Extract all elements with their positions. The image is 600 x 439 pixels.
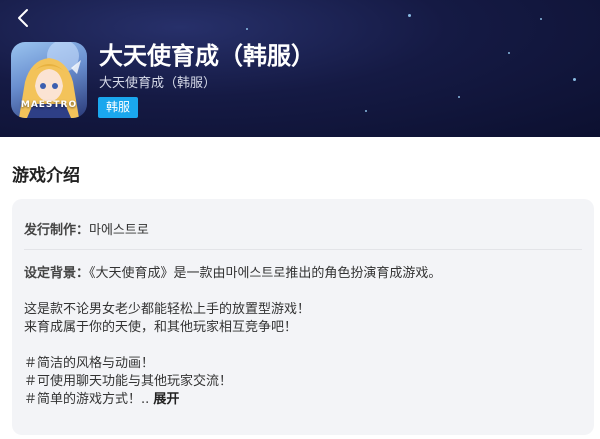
feature-item: ＃简洁的风格与动画！ [24,356,155,371]
description-text: 《大天使育成》是一款由마에스트로推出的角色扮演育成游戏。 [89,266,442,281]
star-decoration [540,18,542,20]
description-line: 来育成属于你的天使，和其他玩家相互竞争吧！ [24,320,298,335]
feature-text: ＃简单的游戏方式！.. [24,392,150,407]
star-decoration [508,52,510,54]
app-header-banner: MAESTRO 大天使育成（韩服） 大天使育成（韩服） 韩服 [0,0,600,137]
star-decoration [408,14,411,17]
divider [24,249,582,250]
game-info-card: 发行制作：마에스트로 设定背景：《大天使育成》是一款由마에스트로推出的角色扮演育… [12,199,594,435]
region-tag[interactable]: 韩服 [98,97,139,118]
section-title: 游戏介绍 [12,166,80,186]
publisher-label: 发行制作： [24,223,90,238]
app-icon: MAESTRO [11,42,87,118]
app-icon-label: MAESTRO [20,100,78,110]
game-description: 设定背景：《大天使育成》是一款由마에스트로推出的角色扮演育成游戏。 这是款不论男… [24,265,441,409]
app-title: 大天使育成（韩服） [99,42,315,70]
description-label: 设定背景： [24,266,90,281]
publisher-row: 发行制作：마에스트로 [24,219,149,238]
feature-item: ＃简单的游戏方式！.. 展开 [24,391,441,409]
app-subtitle: 大天使育成（韩服） [99,76,217,91]
description-line: 设定背景：《大天使育成》是一款由마에스트로推出的角色扮演育成游戏。 [24,265,441,283]
star-decoration [458,96,460,98]
chevron-left-icon [18,9,28,27]
star-decoration [573,78,576,81]
feature-item: ＃可使用聊天功能与其他玩家交流！ [24,374,233,389]
publisher-value: 마에스트로 [89,223,149,238]
description-line: 这是款不论男女老少都能轻松上手的放置型游戏！ [24,302,311,317]
star-decoration [246,28,248,30]
star-decoration [365,110,367,112]
expand-button[interactable]: 展开 [153,392,179,407]
back-button[interactable] [12,6,36,30]
